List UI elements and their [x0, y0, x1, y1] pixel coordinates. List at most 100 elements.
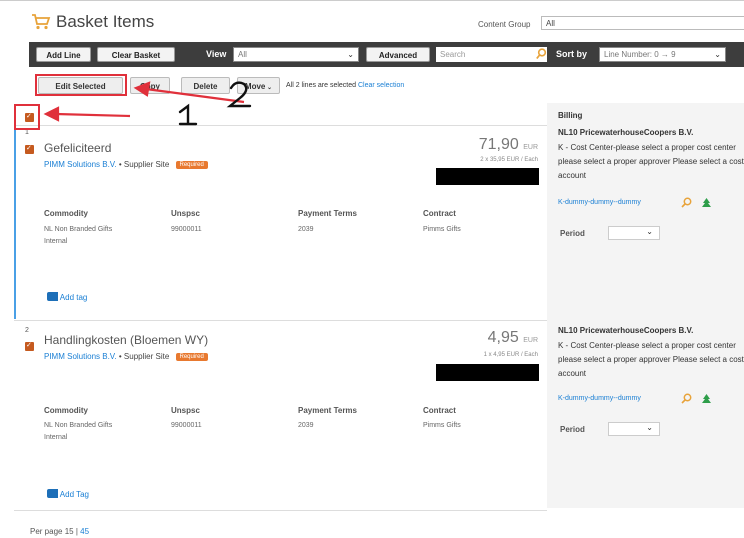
view-value: All — [238, 50, 247, 59]
move-label: Move — [244, 82, 266, 91]
supplier-separator: • — [118, 352, 122, 361]
per-page-label: Per page — [30, 527, 63, 536]
commodity-line: Internal — [44, 434, 68, 441]
commodity-header: Commodity — [44, 209, 88, 218]
period-label: Period — [560, 229, 585, 238]
sort-by-label: Sort by — [556, 49, 588, 59]
search-icon[interactable] — [681, 197, 692, 208]
delete-button[interactable]: Delete — [181, 77, 230, 94]
clear-selection-link[interactable]: Clear selection — [358, 82, 404, 89]
payment-terms-header: Payment Terms — [298, 406, 357, 415]
cart-icon — [32, 14, 51, 30]
search-placeholder: Search — [440, 50, 466, 59]
chevron-down-icon: ⌄ — [714, 50, 721, 59]
move-button[interactable]: Move ⌄ — [237, 77, 280, 94]
content-group-value: All — [546, 19, 555, 28]
selection-actions: Edit Selected Copy Delete Move ⌄ All 2 l… — [29, 77, 744, 97]
view-select[interactable]: All ⌄ — [233, 47, 359, 62]
per-page-control: Per page 15 | 45 — [30, 527, 89, 536]
billing-org: NL10 PricewaterhouseCoopers B.V. — [558, 128, 694, 137]
add-line-button[interactable]: Add Line — [36, 47, 91, 62]
billing-title: Billing — [558, 111, 583, 120]
view-label: View — [206, 49, 227, 59]
price-currency: EUR — [523, 337, 538, 344]
required-badge: Required — [175, 160, 208, 169]
list-bottom-separator — [14, 510, 547, 511]
line-number: 1 — [25, 129, 29, 136]
unit-price: 2 x 35,95 EUR / Each — [480, 157, 538, 163]
supplier-separator: • — [118, 160, 122, 169]
selection-status: All 2 lines are selected Clear selection — [286, 82, 404, 89]
annotation-box-edit-selected — [35, 74, 127, 96]
per-page-option-15[interactable]: 15 — [65, 527, 74, 536]
supplier-site: Supplier Site — [123, 352, 170, 361]
hierarchy-tree-icon[interactable] — [701, 393, 712, 404]
billing-org: NL10 PricewaterhouseCoopers B.V. — [558, 326, 694, 335]
top-divider — [0, 0, 744, 1]
tag-icon — [47, 489, 58, 498]
payment-terms-value: 2039 — [298, 422, 314, 429]
item-name[interactable]: Handlingkosten (Bloemen WY) — [44, 333, 208, 347]
required-badge: Required — [175, 352, 208, 361]
commodity-line: NL Non Branded Gifts — [44, 226, 113, 233]
billing-description: K - Cost Center-please select a proper c… — [558, 341, 744, 378]
supplier-info: PIMM Solutions B.V. • Supplier Site Requ… — [44, 352, 208, 361]
supplier-link[interactable]: PIMM Solutions B.V. — [44, 352, 117, 361]
payment-terms-value: 2039 — [298, 226, 314, 233]
chevron-down-icon: ⌄ — [265, 85, 273, 91]
content-group-select[interactable]: All — [541, 16, 744, 30]
add-tag-label: Add tag — [59, 293, 88, 302]
basket-toolbar: Add Line Clear Basket View All ⌄ Advance… — [29, 42, 744, 67]
per-page-divider: | — [75, 527, 78, 536]
price-value: 4,95 — [487, 329, 519, 346]
unspsc-value: 99000011 — [171, 226, 202, 233]
period-select[interactable]: ⌄ — [608, 422, 660, 436]
clear-basket-button[interactable]: Clear Basket — [97, 47, 175, 62]
redacted-field — [436, 364, 539, 381]
copy-button[interactable]: Copy — [130, 77, 170, 94]
cost-account-link[interactable]: K-dummy-dummy--dummy — [558, 199, 641, 206]
supplier-link[interactable]: PIMM Solutions B.V. — [44, 160, 117, 169]
price-value: 71,90 — [478, 136, 519, 153]
line-separator — [14, 320, 547, 321]
price-currency: EUR — [523, 144, 538, 151]
line-number: 2 — [25, 327, 29, 334]
item-name[interactable]: Gefeliciteerd — [44, 141, 111, 155]
per-page-option-45[interactable]: 45 — [80, 527, 89, 536]
redacted-field — [436, 168, 539, 185]
add-tag-link[interactable]: Add Tag — [47, 489, 89, 499]
tag-icon — [47, 292, 58, 301]
line-checkbox[interactable] — [25, 341, 34, 351]
sort-value: Line Number: 0 → 9 — [604, 50, 676, 59]
unspsc-header: Unspsc — [171, 209, 200, 218]
cost-account-link[interactable]: K-dummy-dummy--dummy — [558, 395, 641, 402]
commodity-header: Commodity — [44, 406, 88, 415]
contract-link[interactable]: Pimms Gifts — [423, 420, 461, 432]
contract-link[interactable]: Pimms Gifts — [423, 224, 461, 236]
unit-price: 1 x 4,95 EUR / Each — [483, 352, 538, 358]
commodity-line: NL Non Branded Gifts — [44, 422, 113, 429]
page-title: Basket Items — [56, 12, 155, 31]
commodity-value: NL Non Branded Gifts Internal — [44, 420, 112, 444]
hierarchy-tree-icon[interactable] — [701, 197, 712, 208]
unspsc-value: 99000011 — [171, 422, 202, 429]
line-price: 71,90 EUR — [420, 136, 538, 154]
search-input[interactable]: Search — [436, 47, 547, 62]
period-label: Period — [560, 425, 585, 434]
advanced-button[interactable]: Advanced — [366, 47, 430, 62]
search-icon[interactable] — [536, 48, 547, 60]
chevron-down-icon: ⌄ — [646, 227, 653, 236]
commodity-value: NL Non Branded Gifts Internal — [44, 224, 112, 248]
add-tag-link[interactable]: Add tag — [47, 292, 87, 302]
period-select[interactable]: ⌄ — [608, 226, 660, 240]
chevron-down-icon: ⌄ — [646, 423, 653, 432]
contract-header: Contract — [423, 406, 456, 415]
supplier-site: Supplier Site — [123, 160, 170, 169]
line-price: 4,95 EUR — [420, 329, 538, 347]
supplier-info: PIMM Solutions B.V. • Supplier Site Requ… — [44, 160, 208, 169]
sort-select[interactable]: Line Number: 0 → 9 ⌄ — [599, 47, 726, 62]
line-checkbox[interactable] — [25, 144, 34, 154]
chevron-down-icon: ⌄ — [347, 50, 354, 59]
annotation-box-select-all — [14, 104, 40, 130]
search-icon[interactable] — [681, 393, 692, 404]
